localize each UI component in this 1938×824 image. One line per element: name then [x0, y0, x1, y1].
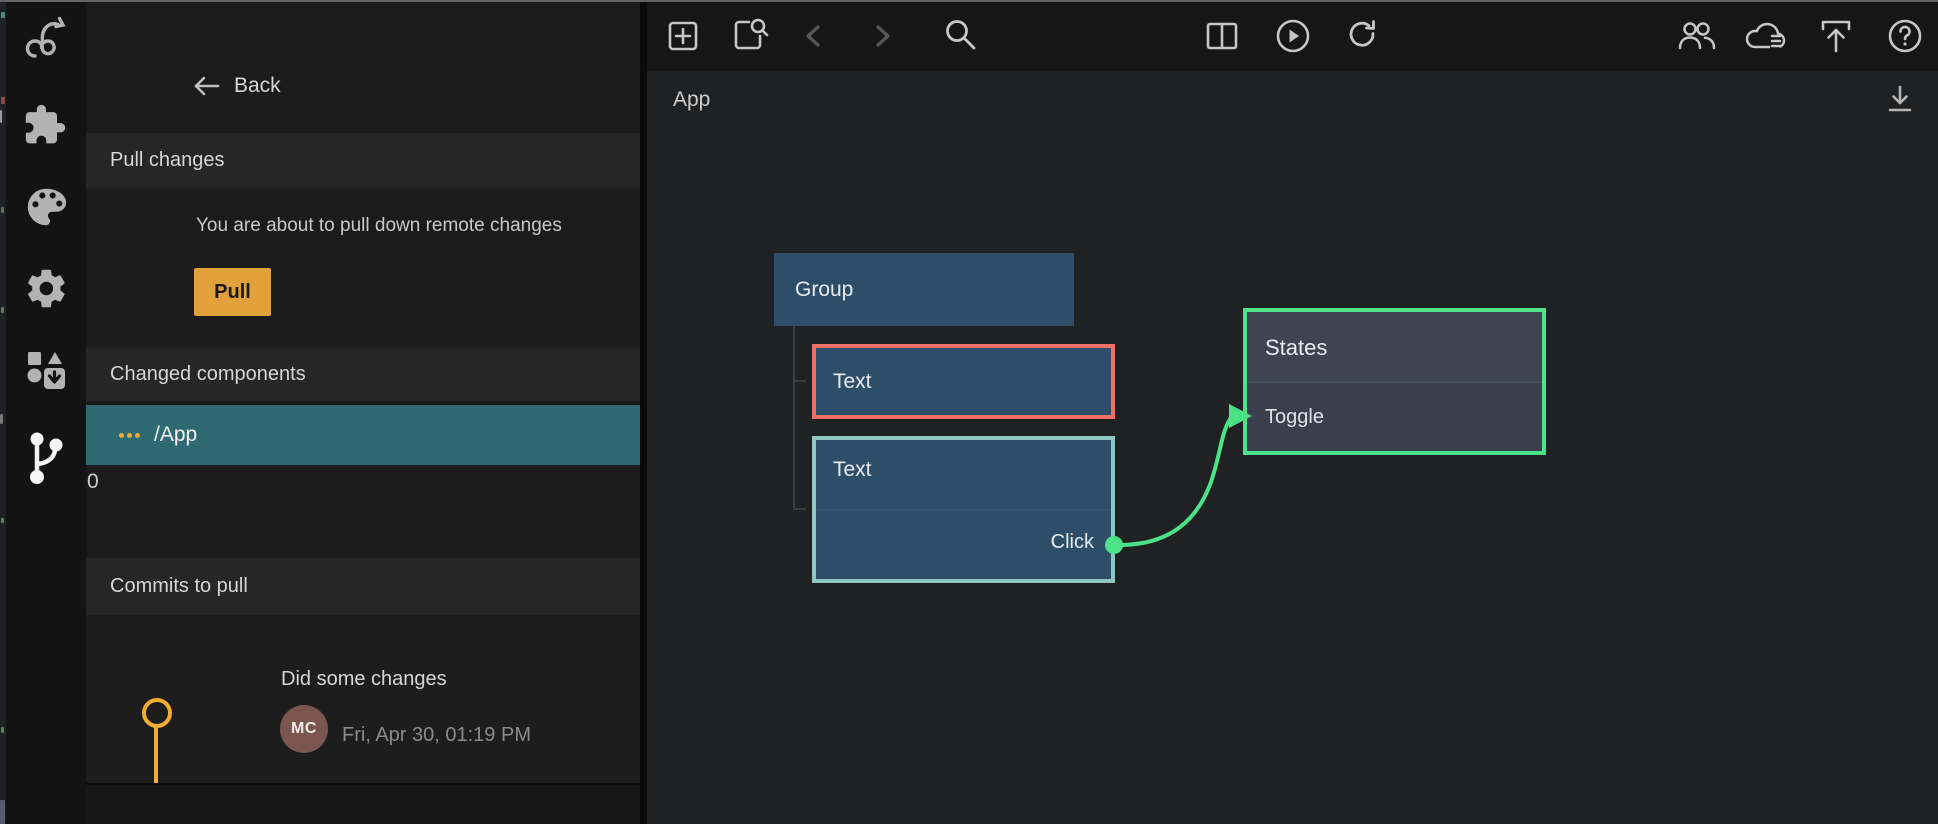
- version-control-branch-icon[interactable]: [6, 432, 86, 484]
- commit-graph-node: [142, 698, 172, 728]
- preview-play-icon[interactable]: [1269, 0, 1317, 71]
- changed-components-header: Changed components: [86, 348, 640, 401]
- settings-gear-icon[interactable]: [6, 266, 86, 311]
- back-arrow-icon: [193, 74, 220, 98]
- tree-connector-line: [793, 326, 795, 510]
- node-graph-canvas[interactable]: App Group Text Text Click States Toggle: [647, 0, 1938, 824]
- desktop-edge-strip: [0, 0, 6, 824]
- node-states[interactable]: States Toggle: [1243, 308, 1546, 455]
- node-label: States: [1265, 335, 1327, 361]
- commit-timestamp: Fri, Apr 30, 01:19 PM: [342, 724, 531, 747]
- back-button[interactable]: Back: [193, 74, 281, 98]
- components-import-icon[interactable]: [6, 349, 86, 393]
- version-control-panel: Back Pull changes You are about to pull …: [86, 0, 640, 824]
- window-top-edge: [0, 0, 1938, 2]
- tree-connector-tick: [793, 380, 806, 382]
- pull-description: You are about to pull down remote change…: [196, 215, 562, 237]
- add-node-icon[interactable]: [649, 0, 717, 71]
- panel-canvas-divider: [640, 0, 647, 824]
- nav-forward-icon[interactable]: [865, 0, 901, 71]
- signal-label: Toggle: [1265, 406, 1324, 429]
- cloud-sync-icon[interactable]: [1738, 0, 1794, 71]
- pull-changes-header: Pull changes: [86, 133, 640, 188]
- help-icon[interactable]: [1879, 0, 1931, 71]
- commit-author-avatar: MC: [280, 705, 328, 753]
- app-window: Back Pull changes You are about to pull …: [0, 0, 1938, 824]
- pull-button[interactable]: Pull: [194, 268, 271, 316]
- changed-component-item[interactable]: /App: [86, 405, 640, 465]
- commits-to-pull-header: Commits to pull: [86, 558, 640, 615]
- node-label: Group: [795, 278, 853, 302]
- split-view-icon[interactable]: [1198, 0, 1246, 71]
- collaborators-icon[interactable]: [1669, 0, 1725, 71]
- commit-graph-line: [154, 725, 158, 783]
- stray-debug-text: 0: [87, 470, 99, 494]
- change-dots-icon: [119, 433, 140, 438]
- breadcrumb-component-title: App: [673, 88, 710, 112]
- search-icon[interactable]: [935, 0, 985, 71]
- component-search-icon[interactable]: [715, 0, 785, 71]
- node-label: Text: [833, 370, 872, 394]
- node-label: Text: [833, 458, 872, 482]
- nav-back-icon[interactable]: [795, 0, 831, 71]
- back-label: Back: [234, 74, 281, 98]
- plugins-puzzle-icon[interactable]: [6, 103, 86, 147]
- port-section-divider: [816, 509, 1111, 510]
- component-name: /App: [154, 423, 197, 447]
- download-export-icon[interactable]: [1887, 84, 1913, 119]
- activity-bar: [6, 0, 86, 824]
- node-group[interactable]: Group: [774, 253, 1074, 326]
- node-text-selected[interactable]: Text Click: [812, 436, 1115, 583]
- styles-palette-icon[interactable]: [6, 184, 86, 230]
- commit-message: Did some changes: [281, 668, 447, 691]
- output-port-label: Click: [1051, 531, 1094, 554]
- node-text-remote-changed[interactable]: Text: [812, 344, 1115, 419]
- tree-connector-tick: [793, 508, 806, 510]
- commit-entry[interactable]: Did some changes MC Fri, Apr 30, 01:19 P…: [86, 615, 640, 783]
- canvas-toolbar: [647, 0, 1938, 71]
- state-signal-row[interactable]: Toggle: [1247, 383, 1542, 451]
- sidebar-footer-area: [86, 785, 640, 824]
- refresh-icon[interactable]: [1339, 0, 1387, 71]
- noodl-logo-icon[interactable]: [6, 14, 86, 60]
- deploy-upload-icon[interactable]: [1810, 0, 1862, 71]
